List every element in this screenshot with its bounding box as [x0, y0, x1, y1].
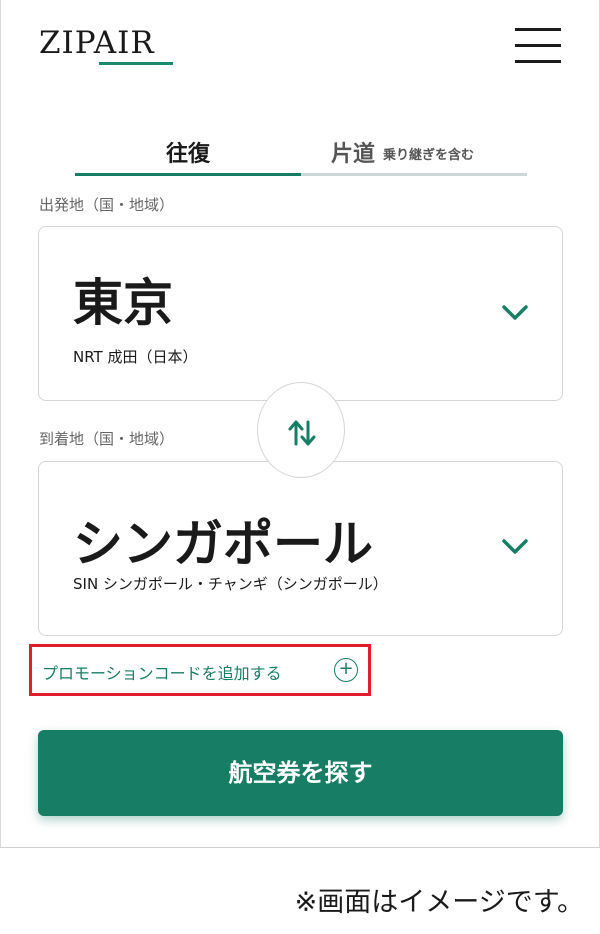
- tab-oneway[interactable]: 片道 乗り継ぎを含む: [301, 130, 527, 176]
- logo-underline: [99, 62, 173, 65]
- destination-label: 到着地（国・地域）: [39, 430, 175, 448]
- swap-arrows-icon: [288, 420, 316, 446]
- swap-button[interactable]: [257, 382, 345, 478]
- destination-airport: SIN シンガポール・チャンギ（シンガポール）: [73, 575, 388, 593]
- app-screen: ZIPAIR 往復 片道 乗り継ぎを含む 出発地（国・地域） 東京 NRT 成田…: [0, 0, 600, 848]
- image-note: ※画面はイメージです。: [294, 887, 584, 918]
- chevron-down-icon: [502, 539, 528, 554]
- destination-city: シンガポール: [73, 515, 373, 573]
- origin-city: 東京: [73, 274, 173, 332]
- tab-roundtrip[interactable]: 往復: [75, 130, 301, 176]
- origin-label: 出発地（国・地域）: [39, 196, 175, 214]
- origin-selector[interactable]: 東京 NRT 成田（日本）: [38, 226, 563, 401]
- header: ZIPAIR: [1, 0, 600, 80]
- origin-airport: NRT 成田（日本）: [73, 348, 198, 366]
- hamburger-menu-icon[interactable]: [515, 28, 561, 64]
- tab-oneway-label: 片道: [331, 142, 376, 167]
- trip-type-tabs: 往復 片道 乗り継ぎを含む: [75, 130, 527, 176]
- zipair-logo[interactable]: ZIPAIR: [39, 26, 155, 60]
- tab-oneway-sublabel: 乗り継ぎを含む: [383, 148, 475, 163]
- search-flights-button[interactable]: 航空券を探す: [38, 730, 563, 816]
- plus-circle-icon[interactable]: +: [334, 658, 358, 682]
- chevron-down-icon: [502, 305, 528, 320]
- add-promo-code-link[interactable]: プロモーションコードを追加する: [42, 660, 282, 684]
- destination-selector[interactable]: シンガポール SIN シンガポール・チャンギ（シンガポール）: [38, 461, 563, 636]
- tab-roundtrip-label: 往復: [165, 142, 210, 167]
- promo-highlight-box: プロモーションコードを追加する +: [29, 644, 371, 696]
